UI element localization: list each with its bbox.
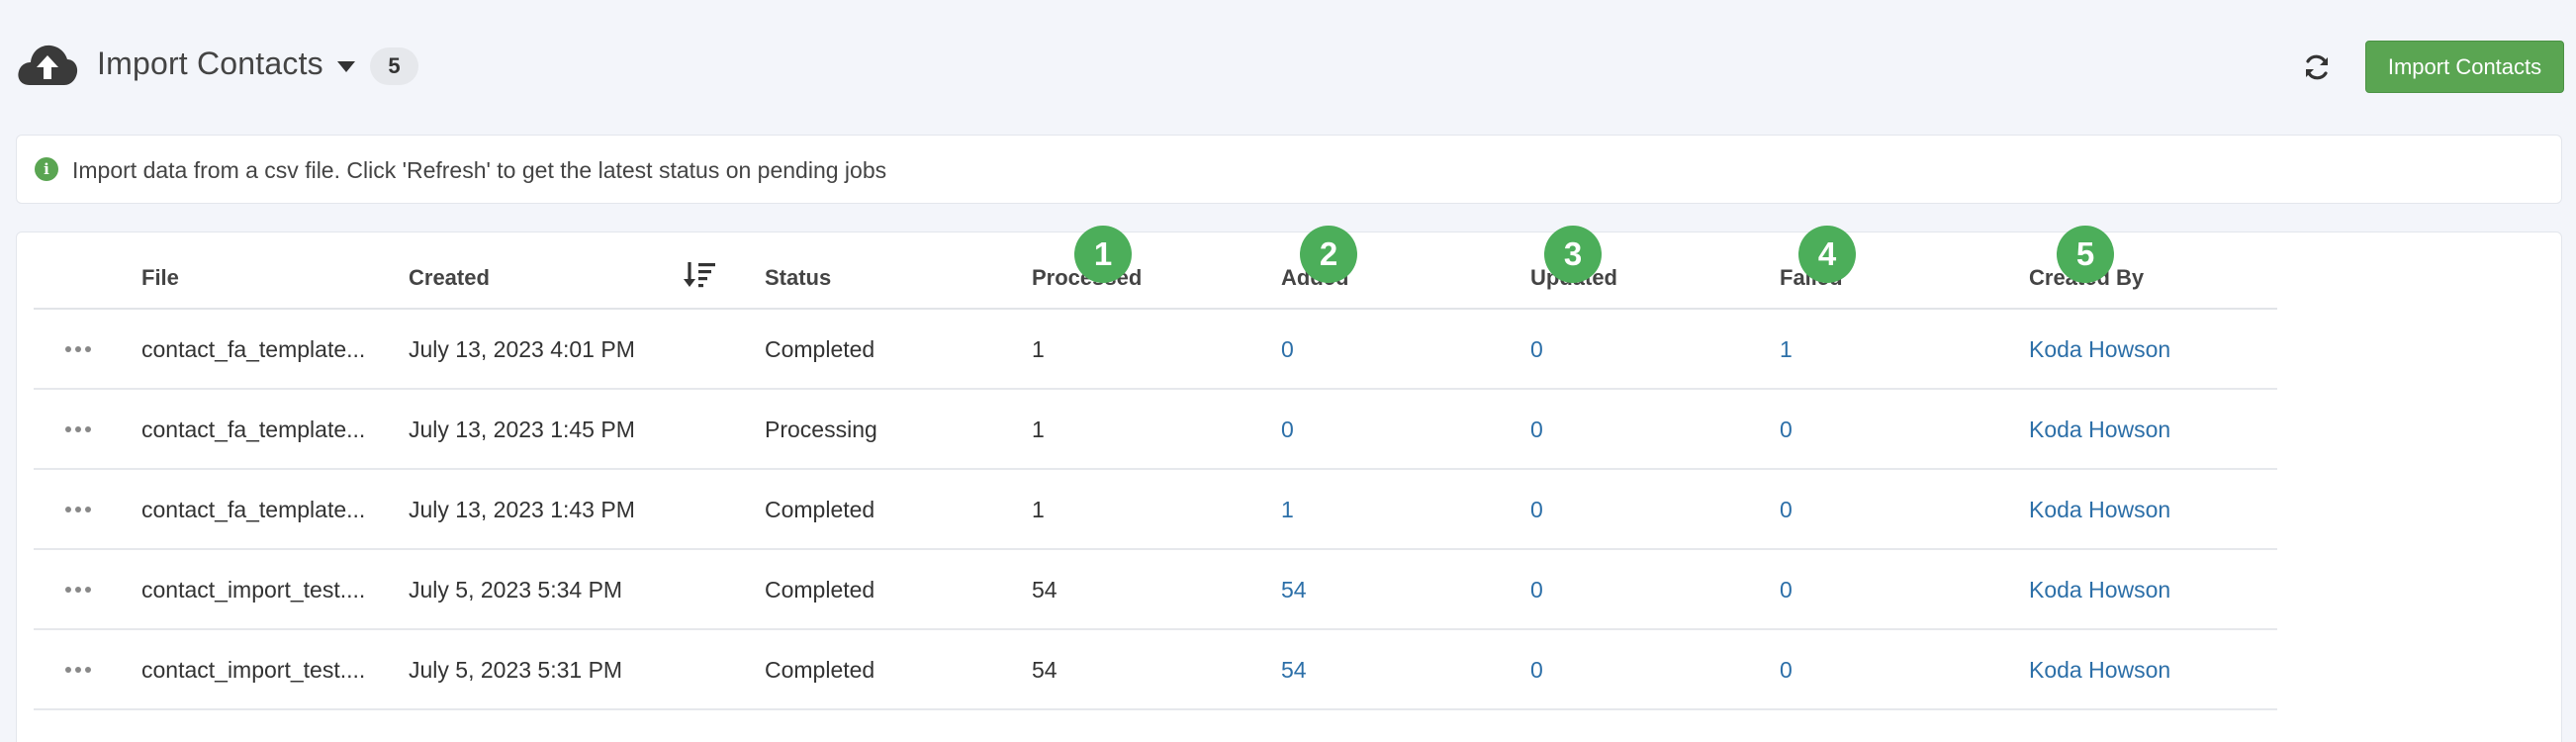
cell-created: July 5, 2023 5:31 PM [409,657,623,683]
cell-status: Completed [765,577,875,603]
table-row: contact_import_test.... July 5, 2023 5:3… [34,630,2277,710]
cell-failed-link[interactable]: 1 [1780,336,1793,363]
step-marker-1: 1 [1074,226,1132,283]
page-header: Import Contacts 5 Import Contacts [0,0,2576,134]
cell-file[interactable]: contact_fa_template... [141,417,365,443]
import-contacts-button[interactable]: Import Contacts [2365,41,2564,93]
step-marker-4: 4 [1798,226,1856,283]
cell-added-link[interactable]: 0 [1281,417,1294,443]
cell-created-by-link[interactable]: Koda Howson [2029,657,2170,684]
cell-updated-link[interactable]: 0 [1530,657,1543,684]
column-header-updated[interactable]: 3 Updated [1530,226,1617,291]
table-row: contact_fa_template... July 13, 2023 1:4… [34,390,2277,470]
table-row: contact_fa_template... July 13, 2023 1:4… [34,470,2277,550]
cell-updated-link[interactable]: 0 [1530,577,1543,603]
cell-file[interactable]: contact_fa_template... [141,497,365,523]
cell-created-by-link[interactable]: Koda Howson [2029,336,2170,363]
cell-added-link[interactable]: 54 [1281,657,1307,684]
cell-created: July 5, 2023 5:34 PM [409,577,623,603]
cell-failed-link[interactable]: 0 [1780,497,1793,523]
cell-created-by-link[interactable]: Koda Howson [2029,417,2170,443]
cell-added-link[interactable]: 0 [1281,336,1294,363]
imports-table: File Created Status 1 Processed 2 Added … [16,226,2562,742]
row-actions-button[interactable] [65,500,93,519]
cell-processed: 54 [1032,657,1058,683]
cell-created: July 13, 2023 1:45 PM [409,417,635,442]
step-marker-5: 5 [2057,226,2114,283]
cell-status: Completed [765,336,875,362]
table-row: contact_import_test.... July 5, 2023 5:3… [34,550,2277,630]
row-actions-button[interactable] [65,660,93,680]
row-actions-button[interactable] [65,419,93,439]
column-header-added[interactable]: 2 Added [1281,226,1357,291]
row-actions-button[interactable] [65,580,93,600]
cell-created-by-link[interactable]: Koda Howson [2029,577,2170,603]
cell-failed-link[interactable]: 0 [1780,657,1793,684]
cloud-upload-icon [18,45,78,85]
cell-processed: 1 [1032,336,1045,362]
sort-descending-icon[interactable] [682,260,717,290]
cell-updated-link[interactable]: 0 [1530,497,1543,523]
column-header-processed[interactable]: 1 Processed [1032,226,1142,291]
step-marker-2: 2 [1300,226,1357,283]
info-banner: i Import data from a csv file. Click 'Re… [16,135,2562,204]
table-row: contact_fa_template... July 13, 2023 4:0… [34,310,2277,390]
cell-processed: 54 [1032,577,1058,603]
column-header-status[interactable]: Status [765,265,831,291]
step-marker-3: 3 [1544,226,1602,283]
cell-processed: 1 [1032,417,1045,442]
cell-status: Processing [765,417,877,442]
cell-processed: 1 [1032,497,1045,522]
cell-failed-link[interactable]: 0 [1780,417,1793,443]
cell-file[interactable]: contact_import_test.... [141,577,365,603]
cell-updated-link[interactable]: 0 [1530,336,1543,363]
column-header-file[interactable]: File [141,265,179,291]
count-badge: 5 [370,47,418,85]
cell-updated-link[interactable]: 0 [1530,417,1543,443]
cell-status: Completed [765,657,875,683]
cell-added-link[interactable]: 54 [1281,577,1307,603]
cell-created-by-link[interactable]: Koda Howson [2029,497,2170,523]
page-title: Import Contacts [97,46,323,81]
column-header-created-by[interactable]: 5 Created By [2029,226,2144,291]
row-actions-button[interactable] [65,339,93,359]
caret-down-icon[interactable] [337,61,355,72]
column-header-created[interactable]: Created [409,265,490,291]
refresh-button[interactable] [2297,47,2337,87]
cell-status: Completed [765,497,875,522]
info-text: Import data from a csv file. Click 'Refr… [72,157,887,183]
cell-failed-link[interactable]: 0 [1780,577,1793,603]
cell-created: July 13, 2023 1:43 PM [409,497,635,522]
cell-file[interactable]: contact_fa_template... [141,336,365,363]
column-header-failed[interactable]: 4 Failed [1780,226,1856,291]
cell-created: July 13, 2023 4:01 PM [409,336,635,362]
cell-added-link[interactable]: 1 [1281,497,1294,523]
info-icon: i [35,157,58,181]
cell-file[interactable]: contact_import_test.... [141,657,365,684]
refresh-icon [2306,54,2328,80]
